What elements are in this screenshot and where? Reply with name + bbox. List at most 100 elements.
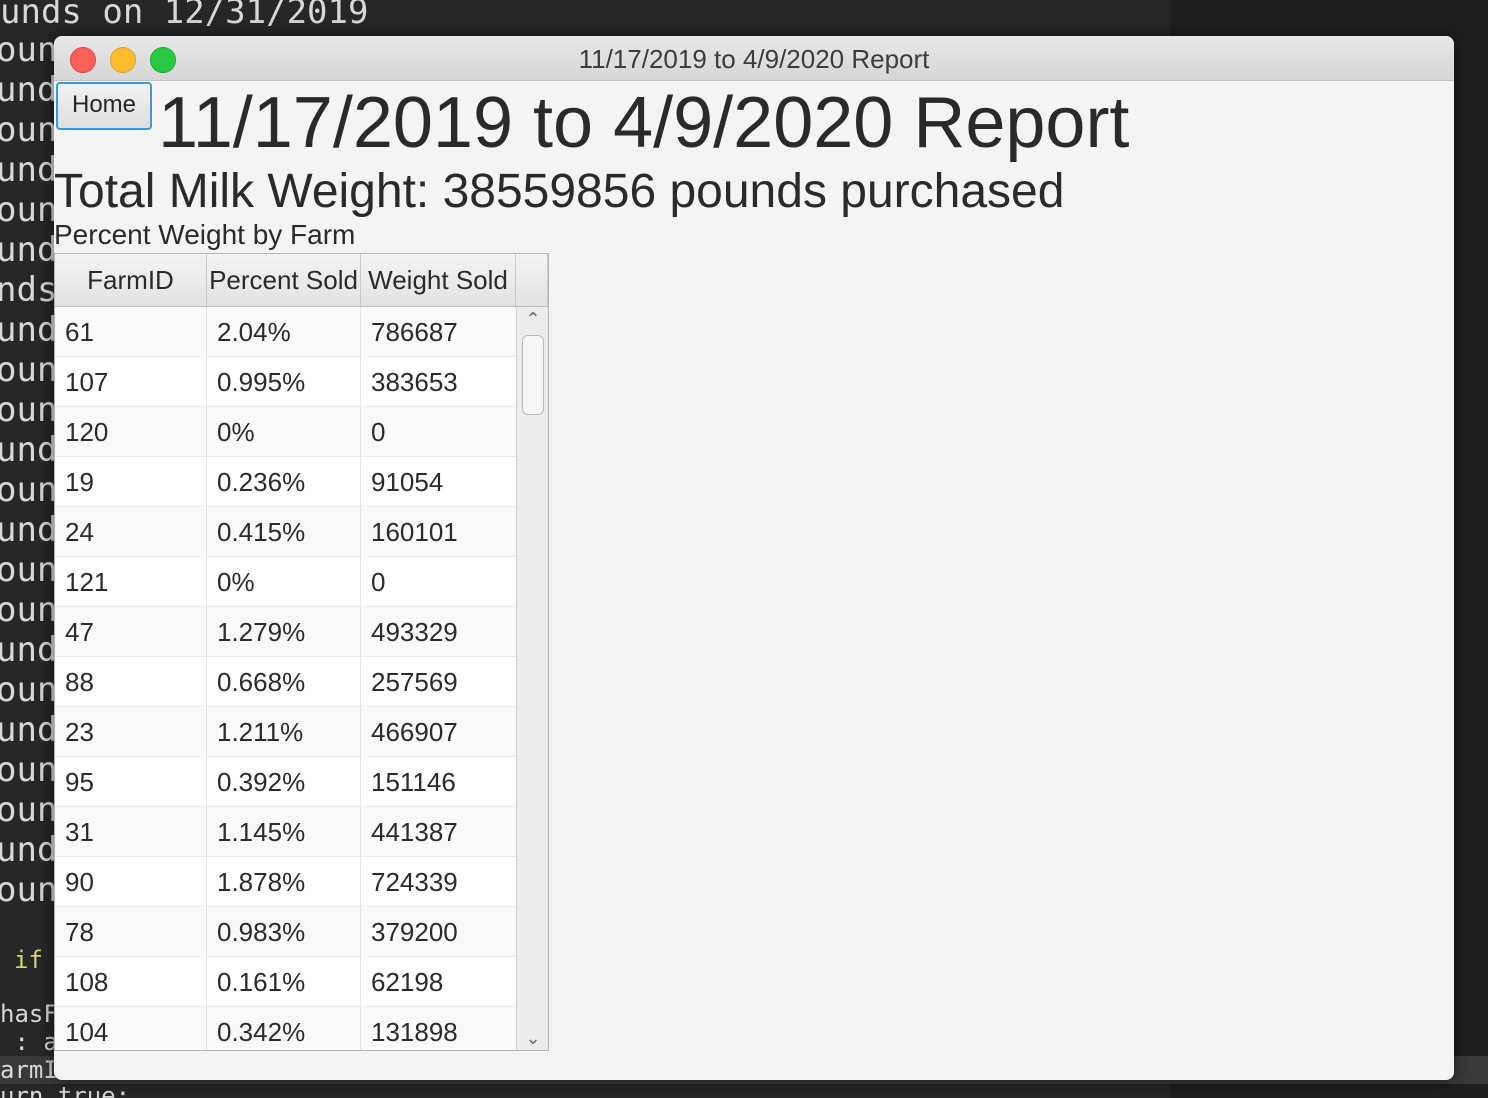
weight-sold-cell: 441387 (371, 817, 458, 847)
farmid-cell: 31 (55, 807, 207, 856)
percent-sold-cell: 0.392% (207, 757, 361, 806)
terminal-line: oun (0, 790, 58, 830)
table-row[interactable]: 24 0.415% 160101 (55, 507, 516, 557)
terminal-line: oun (0, 670, 58, 710)
percent-sold-cell: 0.161% (207, 957, 361, 1006)
table-row[interactable]: 107 0.995% 383653 (55, 357, 516, 407)
weight-sold-cell: 786687 (371, 317, 458, 347)
table-row[interactable]: 104 0.342% 131898 (55, 1007, 516, 1050)
weight-sold-cell: 151146 (371, 767, 456, 797)
terminal-line: oun (0, 870, 58, 910)
column-menu-corner[interactable] (516, 254, 548, 306)
farmid-cell: 23 (55, 707, 207, 756)
column-header-percent-sold[interactable]: Percent Sold (207, 254, 361, 306)
terminal-line: oun (0, 750, 58, 790)
scrollbar-thumb[interactable] (522, 335, 544, 415)
farmid-cell: 47 (55, 607, 207, 656)
terminal-line: oun (0, 350, 58, 390)
terminal-line: und (0, 510, 58, 550)
farmid-cell: 90 (55, 857, 207, 906)
weight-sold-cell: 91054 (371, 467, 444, 497)
weight-sold-cell: 466907 (371, 717, 458, 747)
farmid-cell: 95 (55, 757, 207, 806)
farmid-cell: 61 (55, 307, 207, 356)
terminal-line: hasF (0, 1000, 58, 1028)
percent-sold-cell: 0.983% (207, 907, 361, 956)
table-row[interactable]: 120 0% 0 (55, 407, 516, 457)
percent-sold-cell: 0.668% (207, 657, 361, 706)
terminal-line: if (14, 946, 43, 974)
table-header: FarmID Percent Sold Weight Sold (55, 254, 548, 307)
weight-sold-cell: 160101 (371, 517, 458, 547)
report-title: 11/17/2019 to 4/9/2020 Report (158, 83, 1130, 163)
terminal-line: und (0, 710, 58, 750)
percent-sold-cell: 0% (207, 407, 361, 456)
weight-sold-cell: 379200 (371, 917, 458, 947)
terminal-line: oun (0, 110, 58, 150)
table-row[interactable]: 23 1.211% 466907 (55, 707, 516, 757)
terminal-line: oun (0, 30, 58, 70)
percent-sold-cell: 0% (207, 557, 361, 606)
table-row[interactable]: 78 0.983% 379200 (55, 907, 516, 957)
weight-sold-cell: 724339 (371, 867, 458, 897)
chevron-down-icon[interactable]: ⌄ (517, 1026, 548, 1050)
farmid-cell: 120 (55, 407, 207, 456)
farmid-cell: 107 (55, 357, 207, 406)
table-row[interactable]: 19 0.236% 91054 (55, 457, 516, 507)
terminal-line: oun (0, 550, 58, 590)
home-button[interactable]: Home (56, 82, 152, 130)
percent-sold-cell: 1.878% (207, 857, 361, 906)
percent-sold-cell: 0.995% (207, 357, 361, 406)
terminal-line: oun (0, 590, 58, 630)
table-row[interactable]: 121 0% 0 (55, 557, 516, 607)
table-row[interactable]: 47 1.279% 493329 (55, 607, 516, 657)
percent-weight-label: Percent Weight by Farm (54, 219, 356, 250)
table-row[interactable]: 90 1.878% 724339 (55, 857, 516, 907)
farmid-cell: 88 (55, 657, 207, 706)
terminal-line: oun (0, 390, 58, 430)
table-row[interactable]: 88 0.668% 257569 (55, 657, 516, 707)
total-milk-weight: Total Milk Weight: 38559856 pounds purch… (54, 165, 1065, 218)
table-row[interactable]: 95 0.392% 151146 (55, 757, 516, 807)
farmid-cell: 24 (55, 507, 207, 556)
table-row[interactable]: 31 1.145% 441387 (55, 807, 516, 857)
terminal-line: nds (0, 270, 58, 310)
chevron-up-icon[interactable]: ⌃ (517, 307, 548, 331)
weight-sold-cell: 257569 (371, 667, 458, 697)
table-body: 61 2.04% 786687 107 0.995% 383653 120 0% 0 19 0.23… (55, 307, 516, 1050)
terminal-line: urn true; (0, 1082, 131, 1098)
terminal-line: : a (0, 1028, 58, 1056)
vertical-scrollbar[interactable]: ⌃ ⌄ (516, 307, 548, 1050)
terminal-line: und (0, 630, 58, 670)
farmid-cell: 19 (55, 457, 207, 506)
percent-sold-cell: 1.145% (207, 807, 361, 856)
percent-sold-cell: 0.415% (207, 507, 361, 556)
window-titlebar[interactable]: 11/17/2019 to 4/9/2020 Report (54, 36, 1454, 81)
weight-sold-cell: 131898 (371, 1017, 458, 1047)
terminal-line: und (0, 830, 58, 870)
column-header-weight-sold[interactable]: Weight Sold (361, 254, 516, 306)
terminal-line: armI (0, 1056, 58, 1084)
farm-weight-table: FarmID Percent Sold Weight Sold 61 2.04% 7… (54, 253, 549, 1051)
weight-sold-cell: 493329 (371, 617, 458, 647)
terminal-line: und (0, 310, 58, 350)
terminal-line: und (0, 70, 58, 110)
table-row[interactable]: 108 0.161% 62198 (55, 957, 516, 1007)
terminal-line: oun (0, 190, 58, 230)
farmid-cell: 121 (55, 557, 207, 606)
terminal-line: und (0, 430, 58, 470)
farmid-cell: 104 (55, 1007, 207, 1050)
table-row[interactable]: 61 2.04% 786687 (55, 307, 516, 357)
weight-sold-cell: 62198 (371, 967, 444, 997)
percent-sold-cell: 1.211% (207, 707, 361, 756)
window-title: 11/17/2019 to 4/9/2020 Report (578, 44, 930, 74)
weight-sold-cell: 0 (371, 417, 386, 447)
column-header-farmid[interactable]: FarmID (55, 254, 207, 306)
report-window: 11/17/2019 to 4/9/2020 Report Home 11/17… (54, 36, 1454, 1080)
weight-sold-cell: 0 (371, 567, 386, 597)
percent-sold-cell: 2.04% (207, 307, 361, 356)
weight-sold-cell: 383653 (371, 367, 458, 397)
percent-sold-cell: 0.342% (207, 1007, 361, 1050)
terminal-line: und (0, 230, 58, 270)
terminal-line: und (0, 150, 58, 190)
